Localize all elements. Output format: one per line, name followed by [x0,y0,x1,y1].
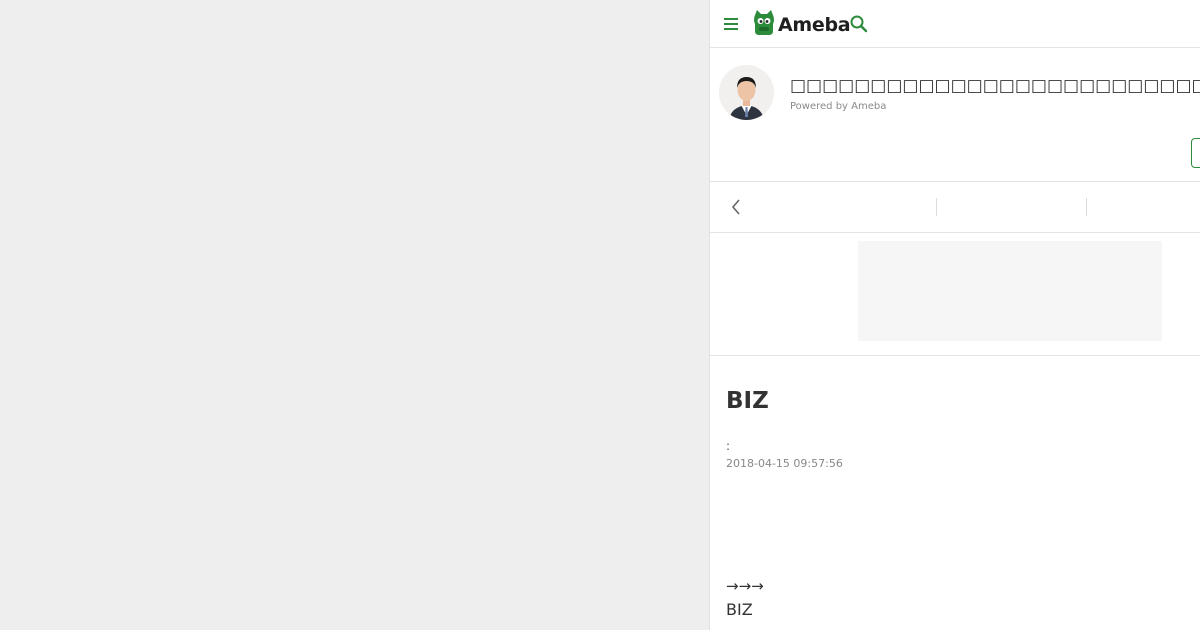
blog-profile: □□□□□□□□□□□□□□□□□□□□□□□□□□□□□□□□□□□□□ Po… [710,48,1200,182]
nav-divider [936,198,937,216]
logo-text: Ameba [778,14,851,36]
avatar[interactable] [719,65,774,120]
ameba-mascot-icon [752,9,776,41]
site-header: Ameba [710,0,1200,48]
article-body-text: BIZ [726,600,753,619]
search-icon[interactable] [849,14,869,34]
left-blank-pane [0,0,709,630]
chevron-left-icon[interactable] [728,196,744,218]
blog-page: Ameba □□□□□□□□□□□□□□□□□□□□□□□□□□□□□□□□□□… [709,0,1200,630]
blog-title[interactable]: □□□□□□□□□□□□□□□□□□□□□□□□□□□□□□□□□□□□□ [790,76,1200,96]
theme-label: : [726,439,731,453]
ad-area [710,233,1200,356]
powered-by-label: Powered by Ameba [790,101,887,112]
article-nav [710,182,1200,233]
hamburger-menu-icon[interactable] [722,14,740,34]
ad-placeholder [858,241,1162,341]
ameba-logo[interactable]: Ameba [752,9,851,41]
article-date: 2018-04-15 09:57:56 [726,457,843,470]
follow-button[interactable] [1191,138,1200,168]
article-title: BIZ [726,388,769,414]
article-arrows-text: →→→ [726,577,764,595]
nav-divider [1086,198,1087,216]
